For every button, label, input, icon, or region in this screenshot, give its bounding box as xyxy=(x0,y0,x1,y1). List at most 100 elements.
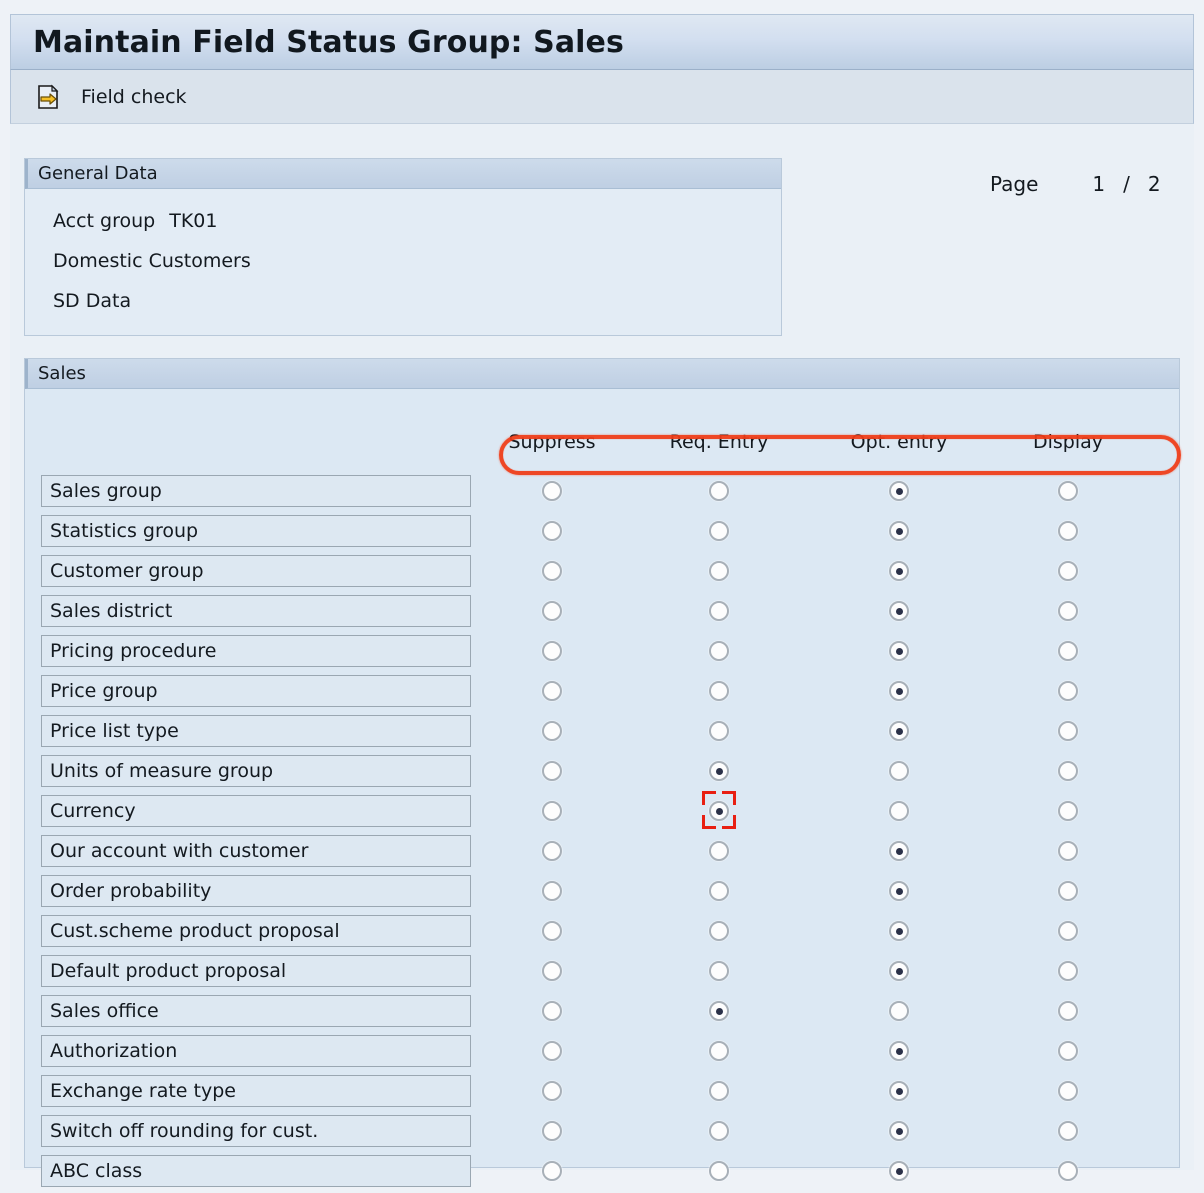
radio-display[interactable] xyxy=(1058,961,1078,981)
radio-display[interactable] xyxy=(1058,1001,1078,1021)
radio-suppress[interactable] xyxy=(542,601,562,621)
acct-group-description: Domestic Customers xyxy=(53,250,251,272)
radio-suppress[interactable] xyxy=(542,1121,562,1141)
radio-suppress[interactable] xyxy=(542,641,562,661)
radio-suppress[interactable] xyxy=(542,881,562,901)
column-header-req-entry: Req. Entry xyxy=(669,431,769,453)
general-data-body: Acct group TK01 Domestic Customers SD Dat… xyxy=(25,189,781,321)
radio-req-entry[interactable] xyxy=(709,721,729,741)
radio-opt-entry[interactable] xyxy=(889,921,909,941)
radio-opt-entry[interactable] xyxy=(889,841,909,861)
radio-req-entry[interactable] xyxy=(709,1081,729,1101)
radio-suppress[interactable] xyxy=(542,721,562,741)
radio-opt-entry[interactable] xyxy=(889,1161,909,1181)
application-window: Maintain Field Status Group: Sales Field… xyxy=(10,14,1194,1187)
field-label-box: Default product proposal xyxy=(41,955,471,987)
title-bar: Maintain Field Status Group: Sales xyxy=(10,14,1194,70)
radio-opt-entry[interactable] xyxy=(889,961,909,981)
radio-suppress[interactable] xyxy=(542,1081,562,1101)
radio-req-entry[interactable] xyxy=(709,1161,729,1181)
radio-opt-entry[interactable] xyxy=(889,561,909,581)
radio-suppress[interactable] xyxy=(542,1001,562,1021)
radio-suppress[interactable] xyxy=(542,1041,562,1061)
acct-group-label: Acct group xyxy=(53,210,156,232)
field-label-box: Units of measure group xyxy=(41,755,471,787)
field-status-row: Switch off rounding for cust. xyxy=(25,1113,1179,1153)
radio-suppress[interactable] xyxy=(542,921,562,941)
radio-opt-entry[interactable] xyxy=(889,721,909,741)
radio-req-entry[interactable] xyxy=(709,561,729,581)
radio-display[interactable] xyxy=(1058,1081,1078,1101)
radio-display[interactable] xyxy=(1058,841,1078,861)
radio-req-entry[interactable] xyxy=(709,1041,729,1061)
field-status-row: Cust.scheme product proposal xyxy=(25,913,1179,953)
radio-display[interactable] xyxy=(1058,681,1078,701)
radio-req-entry[interactable] xyxy=(709,1121,729,1141)
field-check-label: Field check xyxy=(81,85,187,108)
field-label-box: Currency xyxy=(41,795,471,827)
radio-req-entry[interactable] xyxy=(709,921,729,941)
radio-suppress[interactable] xyxy=(542,481,562,501)
radio-opt-entry[interactable] xyxy=(889,681,909,701)
radio-req-entry[interactable] xyxy=(709,961,729,981)
radio-opt-entry[interactable] xyxy=(889,761,909,781)
radio-req-entry[interactable] xyxy=(709,521,729,541)
toolbar: Field check xyxy=(10,70,1194,124)
field-status-row: Units of measure group xyxy=(25,753,1179,793)
radio-req-entry[interactable] xyxy=(709,1001,729,1021)
radio-req-entry[interactable] xyxy=(709,601,729,621)
radio-opt-entry[interactable] xyxy=(889,1121,909,1141)
radio-suppress[interactable] xyxy=(542,841,562,861)
field-status-row: Authorization xyxy=(25,1033,1179,1073)
field-status-row: Price list type xyxy=(25,713,1179,753)
field-status-row: Price group xyxy=(25,673,1179,713)
radio-req-entry[interactable] xyxy=(709,881,729,901)
radio-suppress[interactable] xyxy=(542,561,562,581)
radio-display[interactable] xyxy=(1058,561,1078,581)
data-section-label: SD Data xyxy=(53,290,132,312)
page-indicator-total: 2 xyxy=(1147,172,1161,196)
radio-req-entry[interactable] xyxy=(709,641,729,661)
radio-opt-entry[interactable] xyxy=(889,1001,909,1021)
radio-opt-entry[interactable] xyxy=(889,801,909,821)
radio-display[interactable] xyxy=(1058,921,1078,941)
radio-display[interactable] xyxy=(1058,521,1078,541)
radio-suppress[interactable] xyxy=(542,521,562,541)
radio-display[interactable] xyxy=(1058,481,1078,501)
field-status-row: Pricing procedure xyxy=(25,633,1179,673)
radio-display[interactable] xyxy=(1058,1161,1078,1181)
radio-req-entry[interactable] xyxy=(709,761,729,781)
radio-opt-entry[interactable] xyxy=(889,481,909,501)
radio-suppress[interactable] xyxy=(542,961,562,981)
field-label-box: Sales group xyxy=(41,475,471,507)
radio-req-entry[interactable] xyxy=(709,681,729,701)
radio-opt-entry[interactable] xyxy=(889,1081,909,1101)
radio-display[interactable] xyxy=(1058,881,1078,901)
column-header-opt-entry: Opt. entry xyxy=(850,431,948,453)
acct-group-line: Acct group TK01 xyxy=(53,201,781,241)
radio-display[interactable] xyxy=(1058,641,1078,661)
field-status-row: Sales district xyxy=(25,593,1179,633)
radio-opt-entry[interactable] xyxy=(889,521,909,541)
radio-opt-entry[interactable] xyxy=(889,881,909,901)
radio-suppress[interactable] xyxy=(542,681,562,701)
radio-display[interactable] xyxy=(1058,801,1078,821)
field-label-box: Authorization xyxy=(41,1035,471,1067)
radio-opt-entry[interactable] xyxy=(889,601,909,621)
radio-suppress[interactable] xyxy=(542,761,562,781)
radio-display[interactable] xyxy=(1058,601,1078,621)
radio-display[interactable] xyxy=(1058,761,1078,781)
field-check-button[interactable]: Field check xyxy=(33,81,193,113)
radio-req-entry[interactable] xyxy=(709,801,729,821)
radio-opt-entry[interactable] xyxy=(889,1041,909,1061)
radio-display[interactable] xyxy=(1058,721,1078,741)
radio-req-entry[interactable] xyxy=(709,841,729,861)
radio-opt-entry[interactable] xyxy=(889,641,909,661)
radio-display[interactable] xyxy=(1058,1041,1078,1061)
field-label-box: Order probability xyxy=(41,875,471,907)
radio-display[interactable] xyxy=(1058,1121,1078,1141)
radio-suppress[interactable] xyxy=(542,801,562,821)
radio-suppress[interactable] xyxy=(542,1161,562,1181)
radio-req-entry[interactable] xyxy=(709,481,729,501)
field-label-box: Statistics group xyxy=(41,515,471,547)
